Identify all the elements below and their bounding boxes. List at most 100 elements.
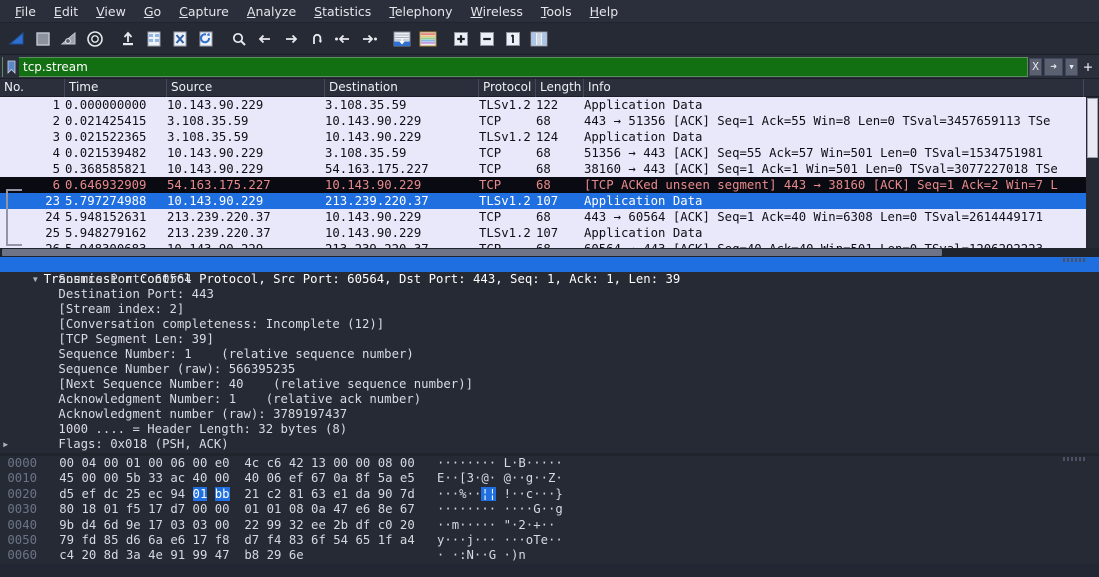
- bytes-hex-byte[interactable]: 01: [244, 502, 259, 516]
- go-forward-icon[interactable]: [278, 26, 304, 52]
- packet-row[interactable]: 5 0.368585821 10.143.90.229 54.163.175.227 T…: [0, 161, 1099, 177]
- column-header-info[interactable]: Info: [584, 78, 1084, 97]
- menu-item-wireless[interactable]: Wireless: [462, 2, 532, 21]
- packet-list-scroll-thumb[interactable]: [1087, 98, 1098, 158]
- bytes-hex-byte[interactable]: e5: [400, 471, 415, 485]
- bytes-hex-byte[interactable]: 63: [311, 487, 326, 501]
- bytes-hex-byte[interactable]: 32: [289, 518, 304, 532]
- bytes-row[interactable]: 0050 79 fd 85 d6 6a e6 17 f8 d7 f4 83 6f…: [0, 533, 1099, 548]
- bytes-hex-group[interactable]: d5 ef dc 25 ec 94 01 bb: [59, 486, 230, 501]
- resize-columns-icon[interactable]: [526, 26, 552, 52]
- zoom-reset-icon[interactable]: [500, 26, 526, 52]
- bytes-hex-byte[interactable]: 0a: [311, 502, 326, 516]
- bytes-hex-byte[interactable]: 25: [126, 487, 141, 501]
- detail-field-row[interactable]: Sequence Number: 1 (relative sequence nu…: [0, 347, 1099, 362]
- bytes-hex-byte[interactable]: 99: [267, 518, 282, 532]
- bytes-hex-byte[interactable]: 85: [104, 533, 119, 547]
- bytes-hex-byte[interactable]: 0a: [333, 471, 348, 485]
- bytes-hex-byte[interactable]: ef: [81, 487, 96, 501]
- packet-row[interactable]: 2 0.021425415 3.108.35.59 10.143.90.229 TCP 6…: [0, 113, 1099, 129]
- bytes-hex-byte[interactable]: 00: [400, 456, 415, 470]
- bytes-hex-byte[interactable]: 45: [59, 471, 74, 485]
- bytes-hex-byte[interactable]: d7: [244, 533, 259, 547]
- bytes-hex-group[interactable]: 40 06 ef 67 0a 8f 5a e5: [244, 471, 414, 485]
- bytes-hex-byte[interactable]: 21: [244, 487, 259, 501]
- restart-capture-icon[interactable]: [56, 26, 82, 52]
- packet-row[interactable]: 4 0.021539482 10.143.90.229 3.108.35.59 TCP 6…: [0, 145, 1099, 161]
- bytes-ascii-highlight[interactable]: ¦¦: [481, 486, 497, 501]
- bytes-hex-byte[interactable]: f5: [126, 502, 141, 516]
- packet-details-pane[interactable]: ▾ Transmission Control Protocol, Src Port…: [0, 257, 1099, 453]
- save-file-icon[interactable]: [141, 26, 167, 52]
- bytes-pane-resize-handle[interactable]: [1063, 457, 1085, 461]
- menu-item-capture[interactable]: Capture: [170, 2, 238, 21]
- bytes-hex-byte[interactable]: 40: [244, 471, 259, 485]
- bytes-hex-byte[interactable]: 81: [289, 487, 304, 501]
- column-header-length[interactable]: Length: [536, 78, 584, 97]
- bytes-hex-byte[interactable]: 00: [59, 456, 74, 470]
- bytes-ascii[interactable]: y···j··· ···oTe··: [437, 533, 563, 547]
- bytes-hex-byte[interactable]: 67: [400, 502, 415, 516]
- bytes-hex-group[interactable]: 80 18 01 f5 17 d7 00 00: [59, 502, 229, 516]
- close-file-icon[interactable]: [167, 26, 193, 52]
- bytes-hex-byte[interactable]: 42: [289, 456, 304, 470]
- bytes-hex-byte[interactable]: 47: [215, 548, 230, 562]
- menu-item-file[interactable]: File: [6, 2, 45, 21]
- detail-field-row[interactable]: Acknowledgment Number: 1 (relative ack n…: [0, 392, 1099, 407]
- clear-filter-button[interactable]: X: [1029, 57, 1042, 76]
- bytes-hex-group[interactable]: 45 00 00 5b 33 ac 40 00: [59, 471, 229, 485]
- detail-field-row[interactable]: [Next Sequence Number: 40 (relative sequ…: [0, 377, 1099, 392]
- bytes-hex-byte[interactable]: ef: [289, 471, 304, 485]
- bytes-hex-byte[interactable]: 17: [148, 518, 163, 532]
- bytes-hex-byte[interactable]: c6: [267, 456, 282, 470]
- bytes-hex-byte[interactable]: f8: [215, 533, 230, 547]
- bytes-hex-group[interactable]: d7 f4 83 6f 54 65 1f a4: [244, 533, 414, 547]
- bytes-hex-byte[interactable]: df: [355, 518, 370, 532]
- go-back-icon[interactable]: [252, 26, 278, 52]
- filter-dropdown-button[interactable]: ▾: [1065, 57, 1078, 76]
- bytes-hex-byte[interactable]: e6: [170, 533, 185, 547]
- bytes-hex-group[interactable]: 21 c2 81 63 e1 da 90 7d: [244, 487, 414, 501]
- bytes-hex-byte[interactable]: 06: [170, 456, 185, 470]
- bytes-hex-byte[interactable]: 08: [378, 456, 393, 470]
- bytes-hex-byte[interactable]: 2b: [333, 518, 348, 532]
- bytes-hex-byte[interactable]: 00: [193, 502, 208, 516]
- go-last-packet-icon[interactable]: [356, 26, 382, 52]
- bytes-hex-byte[interactable]: 01: [192, 486, 208, 501]
- bytes-hex-byte[interactable]: 22: [244, 518, 259, 532]
- bytes-row[interactable]: 0030 80 18 01 f5 17 d7 00 00 01 01 08 0a…: [0, 502, 1099, 517]
- bytes-hex-byte[interactable]: 01: [104, 502, 119, 516]
- bytes-hex-byte[interactable]: 83: [289, 533, 304, 547]
- bytes-hex-byte[interactable]: 00: [104, 471, 119, 485]
- bytes-hex-byte[interactable]: d6: [126, 533, 141, 547]
- bytes-hex-byte[interactable]: 90: [378, 487, 393, 501]
- packet-row[interactable]: 3 0.021522365 3.108.35.59 10.143.90.229 TLSv…: [0, 129, 1099, 145]
- packet-list-scrollbar[interactable]: [1086, 97, 1099, 257]
- find-packet-icon[interactable]: [226, 26, 252, 52]
- column-header-protocol[interactable]: Protocol: [479, 78, 536, 97]
- open-file-icon[interactable]: [115, 26, 141, 52]
- bytes-ascii[interactable]: ········ ····G··g: [437, 502, 563, 516]
- packet-list-header[interactable]: No. Time Source Destination Protocol Length In…: [0, 78, 1099, 97]
- bytes-hex-byte[interactable]: 6a: [148, 533, 163, 547]
- bytes-hex-byte[interactable]: 01: [267, 502, 282, 516]
- bytes-hex-group[interactable]: c4 20 8d 3a 4e 91 99 47: [59, 548, 229, 562]
- bytes-hex-byte[interactable]: 7d: [400, 487, 415, 501]
- bytes-hex-byte[interactable]: 00: [215, 518, 230, 532]
- bytes-hex-byte[interactable]: b8: [244, 548, 259, 562]
- bytes-hex-byte[interactable]: 00: [215, 502, 230, 516]
- bytes-hex-byte[interactable]: 47: [333, 502, 348, 516]
- bytes-row[interactable]: 0000 00 04 00 01 00 06 00 e0 4c c6 42 13…: [0, 456, 1099, 471]
- column-header-no[interactable]: No.: [0, 78, 65, 97]
- bytes-hex-byte[interactable]: ec: [148, 487, 163, 501]
- stop-capture-icon[interactable]: [30, 26, 56, 52]
- bytes-hex-byte[interactable]: 20: [400, 518, 415, 532]
- bytes-hex-group[interactable]: 01 01 08 0a 47 e6 8e 67: [244, 502, 414, 516]
- packet-row[interactable]: 23 5.797274988 10.143.90.229 213.239.220.37…: [0, 193, 1099, 209]
- bytes-hex-byte[interactable]: 9e: [126, 518, 141, 532]
- bytes-hex-byte[interactable]: 54: [333, 533, 348, 547]
- bytes-hex-byte[interactable]: c0: [378, 518, 393, 532]
- bytes-hex-byte[interactable]: 6d: [104, 518, 119, 532]
- packet-list-hscroll-thumb[interactable]: [2, 249, 942, 256]
- bytes-row[interactable]: 0020 d5 ef dc 25 ec 94 01 bb 21 c2 81 63…: [0, 486, 1099, 502]
